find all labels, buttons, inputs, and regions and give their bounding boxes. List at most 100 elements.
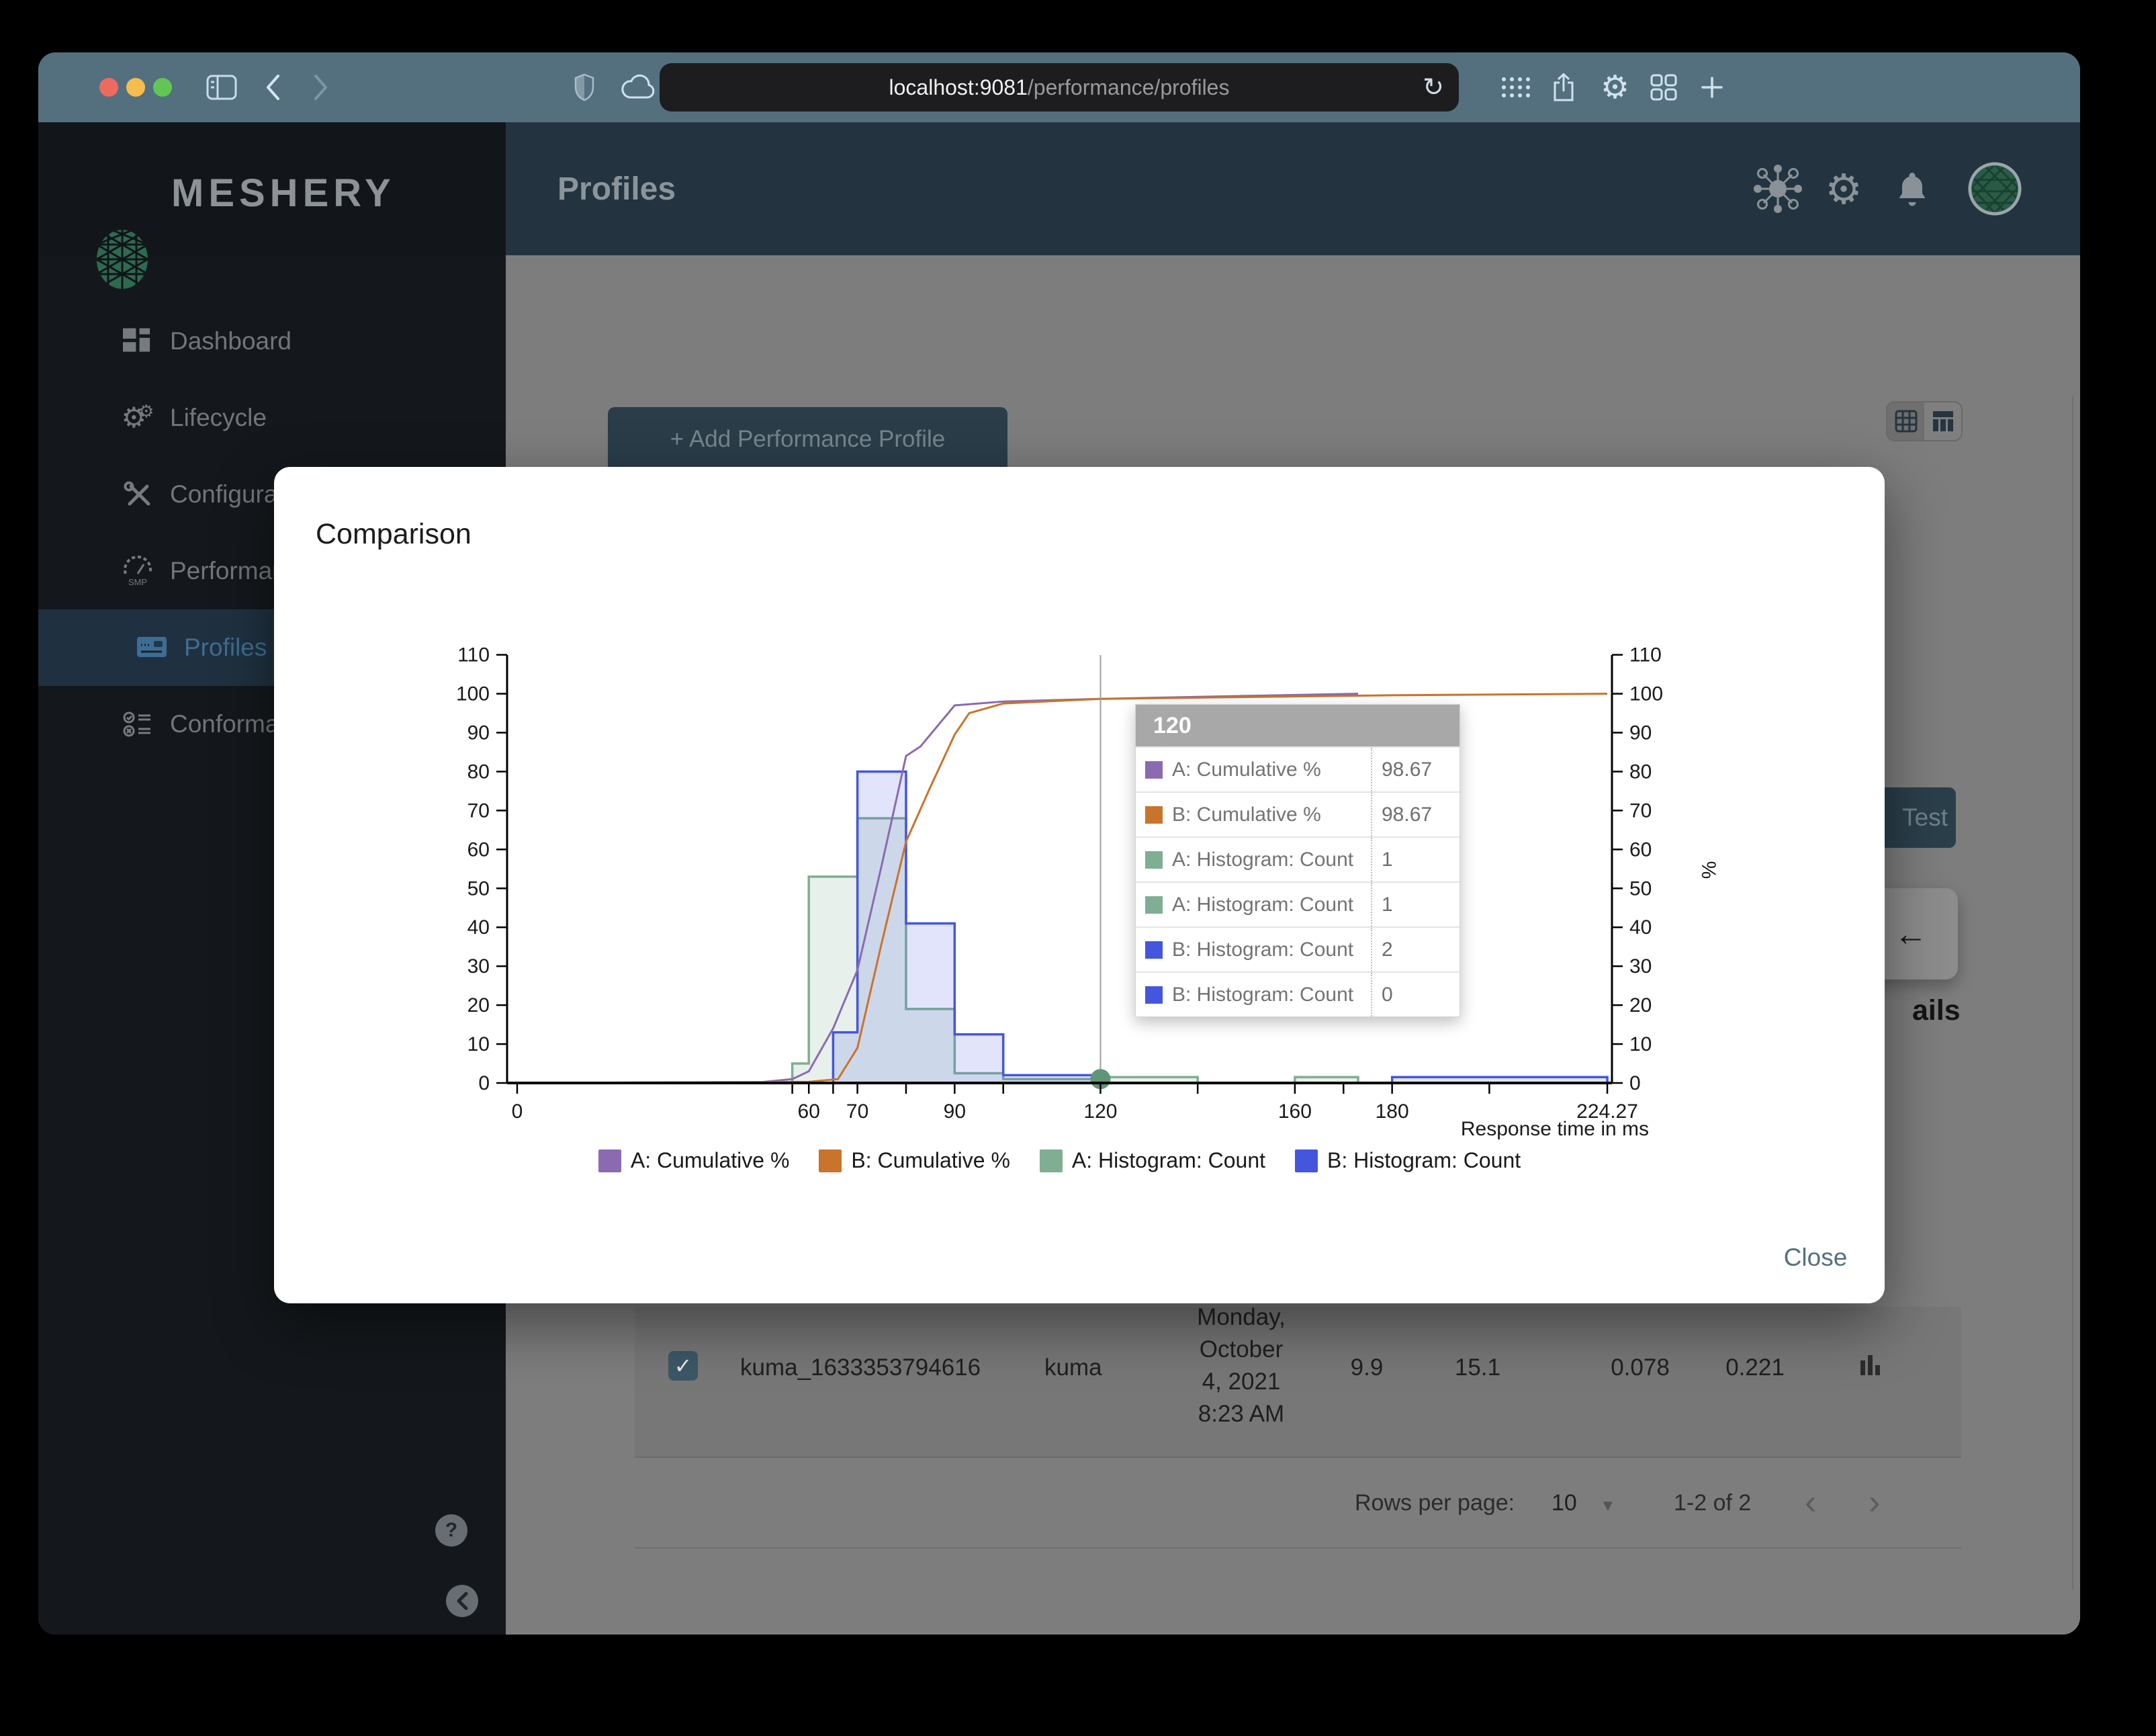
chevron-down-icon[interactable]: ▼ [1600,1497,1616,1516]
row-checkbox[interactable]: ✓ [668,1351,698,1381]
cloud-icon[interactable] [620,75,656,100]
p99-cell: 0.221 [1725,1354,1785,1381]
table-view-button[interactable] [1924,402,1961,440]
next-page-icon[interactable]: › [1869,1482,1880,1522]
add-performance-profile-button[interactable]: + Add Performance Profile [608,407,1007,472]
refresh-icon[interactable]: ↻ [1423,73,1444,103]
details-heading-fragment: ails [1912,994,1961,1027]
svg-text:110: 110 [1629,644,1662,666]
tooltip-series-label: A: Histogram: Count [1172,893,1354,916]
desktop: localhost:9081/performance/profiles ↻ ⚙ [0,0,2156,1736]
tooltip-value: 0 [1371,973,1459,1016]
page-title: Profiles [557,171,676,207]
table-view-icon [1932,411,1953,431]
view-chart-icon[interactable] [1855,1352,1885,1379]
scroll-divider [2072,396,2073,1590]
date-cell: Monday, October 4, 2021 8:23 AM [1197,1304,1286,1427]
sidebar-item-lifecycle[interactable]: ⚙ ⚙ Lifecycle [38,380,506,456]
svg-text:60: 60 [467,838,490,861]
p50-cell: 0.078 [1611,1354,1670,1381]
tooltip-value: 2 [1371,928,1459,971]
user-avatar[interactable] [1968,162,2022,216]
svg-text:Response time in ms: Response time in ms [1461,1118,1649,1140]
profile-name-cell: kuma_1633353794616 [740,1354,981,1381]
svg-text:160: 160 [1278,1100,1312,1123]
grid-view-button[interactable] [1887,402,1924,440]
url-host: localhost:9081 [889,75,1028,99]
svg-text:80: 80 [467,761,490,783]
svg-text:30: 30 [467,955,490,978]
address-bar[interactable]: localhost:9081/performance/profiles ↻ [660,63,1459,112]
lifecycle-icon: ⚙ ⚙ [121,400,154,433]
settings-gear-icon[interactable]: ⚙ [1817,162,1871,216]
tooltip-swatch [1145,851,1163,869]
svg-text:20: 20 [1629,994,1652,1016]
minimize-window-button[interactable] [126,78,145,97]
close-button[interactable]: Close [1732,1244,1899,1272]
svg-text:0: 0 [478,1072,490,1094]
settings-gear-icon[interactable]: ⚙ [1601,69,1629,106]
rows-per-page-select[interactable]: 10 [1552,1490,1577,1516]
svg-text:SMP: SMP [128,577,147,587]
svg-text:90: 90 [944,1100,966,1123]
svg-text:110: 110 [457,644,490,666]
collapse-sidebar-button[interactable] [446,1585,478,1617]
left-arrow-icon: ← [1894,915,1928,953]
tooltip-value: 1 [1371,883,1459,926]
new-tab-plus-icon[interactable] [1700,75,1724,99]
tooltip-row: A: Histogram: Count 1 [1136,881,1459,926]
legend-swatch [819,1149,842,1172]
browser-titlebar: localhost:9081/performance/profiles ↻ ⚙ [38,52,2080,122]
tab-grid-icon[interactable] [1500,76,1531,99]
svg-text:100: 100 [1629,683,1663,705]
notifications-bell-icon[interactable] [1885,162,1939,216]
sidebar-toggle-icon[interactable] [206,75,237,100]
tooltip-series-label: B: Histogram: Count [1172,938,1354,961]
dashboard-icon [120,328,155,355]
brand-row[interactable]: MESHERY [38,122,506,289]
legend-item[interactable]: A: Cumulative % [598,1148,790,1173]
comparison-chart[interactable]: 0 010 1020 2030 3040 4050 5060 6070 7080 8090 9010… [274,467,1885,1303]
view-toggle-group [1886,401,1963,441]
tooltip-swatch [1145,896,1163,914]
sidebar-item-label: Dashboard [170,327,292,355]
legend-label: A: Cumulative % [630,1148,790,1172]
tooltip-row: A: Cumulative % 98.67 [1136,746,1459,791]
shield-icon[interactable] [574,73,594,101]
legend-item[interactable]: A: Histogram: Count [1039,1148,1265,1173]
legend-item[interactable]: B: Histogram: Count [1295,1148,1521,1173]
tooltip-row: B: Histogram: Count 0 [1136,971,1459,1016]
window-overview-icon[interactable] [1650,74,1677,101]
svg-text:20: 20 [467,994,490,1016]
sidebar-item-label: Profiles [184,634,267,661]
configuration-icon [120,481,155,508]
conformance-icon [120,710,155,738]
tooltip-swatch [1145,806,1163,824]
svg-text:90: 90 [467,722,490,744]
tooltip-value: 98.67 [1371,748,1459,791]
svg-text:10: 10 [467,1033,490,1055]
previous-page-icon[interactable]: ‹ [1805,1482,1816,1522]
svg-text:0: 0 [512,1100,523,1123]
tooltip-header: 120 [1136,705,1459,746]
share-icon[interactable] [1551,72,1576,103]
svg-text:100: 100 [456,683,490,705]
meshery-logo-icon [97,230,148,289]
back-icon[interactable] [263,73,283,102]
sidebar-item-dashboard[interactable]: Dashboard [38,303,506,380]
legend-item[interactable]: B: Cumulative % [819,1148,1010,1173]
tooltip-series-label: A: Cumulative % [1172,758,1321,781]
svg-text:70: 70 [467,799,490,822]
service-mesh-network-icon[interactable] [1751,162,1805,216]
svg-text:30: 30 [1629,955,1652,978]
close-window-button[interactable] [99,78,118,97]
run-test-label: Test [1902,804,1948,831]
chevron-left-icon [457,1592,468,1610]
comparison-modal: Comparison 0 0 10 10 20 20 30 30 40 40 50 50 60 60 70 7… [274,467,1885,1303]
zoom-window-button[interactable] [153,78,172,97]
help-button[interactable]: ? [435,1514,467,1547]
svg-text:50: 50 [1629,877,1652,900]
qps-cell: 9.9 [1350,1354,1384,1381]
forward-icon[interactable] [311,73,331,102]
table-footer-divider [635,1547,1961,1549]
